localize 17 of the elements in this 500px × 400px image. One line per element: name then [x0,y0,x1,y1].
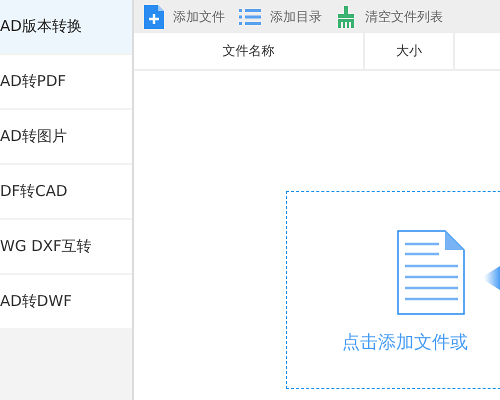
column-header: 文件名称 [134,33,365,69]
list-icon [239,8,261,26]
sidebar-item[interactable]: AD版本转换 [0,0,132,53]
toolbar-button[interactable]: 添加目录 [239,8,322,26]
toolbar-button[interactable]: 添加文件 [144,4,225,28]
sidebar-item[interactable]: AD转PDF [0,55,132,108]
column-header: 大小 [365,33,455,69]
toolbar-button[interactable]: 清空文件列表 [336,6,443,28]
sidebar-item[interactable]: DF转CAD [0,165,132,218]
sidebar-item[interactable]: AD转图片 [0,110,132,163]
broom-icon [336,6,356,28]
sidebar-item[interactable]: WG DXF互转 [0,220,132,273]
add-file-icon [144,4,164,28]
arrow-icon [484,266,500,290]
sidebar-item[interactable]: AD转DWF [0,275,132,328]
document-icon [397,230,465,316]
drop-zone-text: 点击添加文件或 [342,331,468,354]
